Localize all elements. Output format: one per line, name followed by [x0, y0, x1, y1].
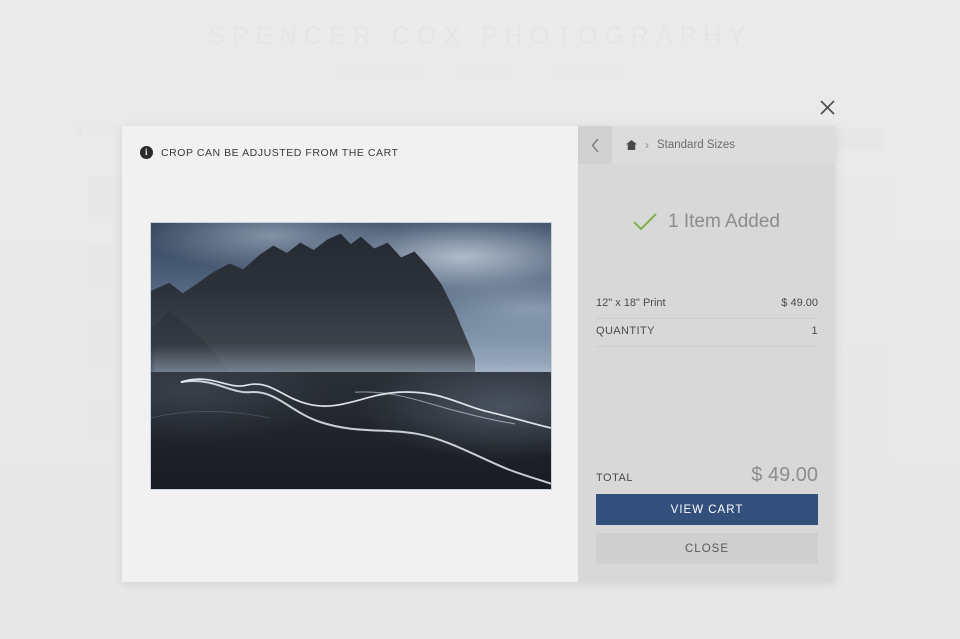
- quantity-value: 1: [811, 325, 818, 337]
- photo-surf-line: [151, 378, 551, 485]
- product-photo: [150, 222, 552, 490]
- cart-quantity-row: QUANTITY 1: [596, 319, 818, 347]
- crop-note: i CROP CAN BE ADJUSTED FROM THE CART: [140, 146, 398, 159]
- preview-panel: i CROP CAN BE ADJUSTED FROM THE CART: [122, 126, 578, 582]
- add-to-cart-modal: i CROP CAN BE ADJUSTED FROM THE CART › S…: [122, 126, 835, 582]
- cart-panel: › Standard Sizes 1 Item Added 12" x 18" …: [578, 126, 835, 582]
- info-icon: i: [140, 146, 153, 159]
- home-icon[interactable]: [626, 140, 637, 150]
- back-button[interactable]: [578, 126, 612, 164]
- item-added-status: 1 Item Added: [578, 211, 835, 233]
- item-added-label: 1 Item Added: [668, 211, 780, 232]
- close-icon[interactable]: [814, 94, 840, 120]
- cart-line-items: 12" x 18" Print $ 49.00 QUANTITY 1: [596, 291, 818, 347]
- quantity-label: QUANTITY: [596, 325, 655, 337]
- crop-note-label: CROP CAN BE ADJUSTED FROM THE CART: [161, 146, 399, 159]
- breadcrumb-separator: ›: [645, 138, 649, 152]
- app-root: SPENCER COX PHOTOGRAPHY GALLERIES ABOUT …: [0, 0, 960, 639]
- total-value: $ 49.00: [751, 464, 818, 486]
- line-item-label: 12" x 18" Print: [596, 297, 666, 309]
- line-item-value: $ 49.00: [781, 297, 818, 309]
- cart-total-row: TOTAL $ 49.00: [596, 464, 818, 487]
- cart-line-item: 12" x 18" Print $ 49.00: [596, 291, 818, 319]
- breadcrumb-current: Standard Sizes: [657, 139, 735, 151]
- breadcrumb: › Standard Sizes: [612, 138, 735, 152]
- total-label: TOTAL: [596, 472, 633, 484]
- close-button[interactable]: CLOSE: [596, 533, 818, 564]
- view-cart-button[interactable]: VIEW CART: [596, 494, 818, 525]
- check-icon: [633, 212, 657, 230]
- cart-breadcrumb-bar: › Standard Sizes: [578, 126, 835, 164]
